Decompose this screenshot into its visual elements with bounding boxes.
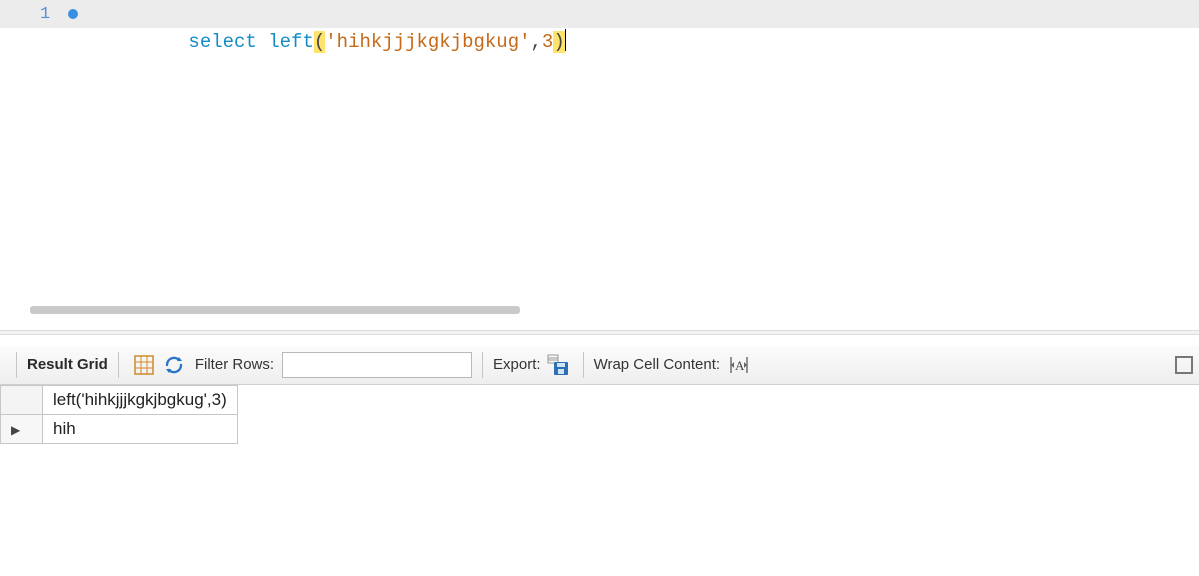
filter-rows-label: Filter Rows:	[195, 356, 274, 373]
results-toolbar: Result Grid Filter Rows: Export:	[0, 345, 1199, 385]
toolbar-separator	[583, 352, 584, 378]
svg-text:A: A	[735, 358, 745, 373]
result-grid[interactable]: left('hihkjjjkgkjbgkug',3) ▶ hih	[0, 385, 1199, 444]
toolbar-separator	[118, 352, 119, 378]
sql-editor[interactable]: 1 select left('hihkjjjkgkjbgkug',3)	[0, 0, 1199, 300]
code-text[interactable]: select left('hihkjjjkgkjbgkug',3)	[120, 0, 566, 84]
editor-line[interactable]: 1 select left('hihkjjjkgkjbgkug',3)	[0, 0, 1199, 28]
table-header-row: left('hihkjjjkgkjbgkug',3)	[1, 386, 238, 415]
toolbar-separator	[16, 352, 17, 378]
table-row[interactable]: ▶ hih	[1, 415, 238, 444]
number-arg: 3	[542, 31, 553, 53]
export-label: Export:	[493, 356, 541, 373]
breakpoint-marker-icon[interactable]	[68, 9, 78, 19]
row-marker-cell: ▶	[1, 415, 43, 444]
editor-horizontal-scrollbar[interactable]	[30, 306, 520, 314]
column-header[interactable]: left('hihkjjjkgkjbgkug',3)	[43, 386, 238, 415]
export-save-icon[interactable]	[547, 354, 569, 376]
line-number: 1	[40, 5, 50, 24]
filter-rows-input[interactable]	[282, 352, 472, 378]
string-literal: 'hihkjjjkgkjbgkug'	[325, 31, 530, 53]
row-marker-header	[1, 386, 43, 415]
keyword-select: select	[188, 31, 268, 53]
result-grid-label: Result Grid	[27, 356, 108, 373]
wrap-cell-label: Wrap Cell Content:	[594, 356, 720, 373]
function-left: left	[268, 31, 314, 53]
paren-open: (	[314, 31, 325, 53]
comma: ,	[531, 31, 542, 53]
wrap-cell-icon[interactable]: A	[728, 354, 750, 376]
editor-gutter: 1	[0, 0, 120, 28]
text-cursor-icon	[565, 29, 567, 51]
toolbar-separator	[482, 352, 483, 378]
panel-toggle-icon[interactable]	[1175, 356, 1193, 374]
paren-close: )	[553, 31, 564, 53]
grid-view-icon[interactable]	[133, 354, 155, 376]
current-row-arrow-icon: ▶	[11, 423, 20, 437]
result-table: left('hihkjjjkgkjbgkug',3) ▶ hih	[0, 385, 238, 444]
data-cell[interactable]: hih	[43, 415, 238, 444]
pane-splitter[interactable]	[0, 330, 1199, 335]
refresh-icon[interactable]	[163, 354, 185, 376]
